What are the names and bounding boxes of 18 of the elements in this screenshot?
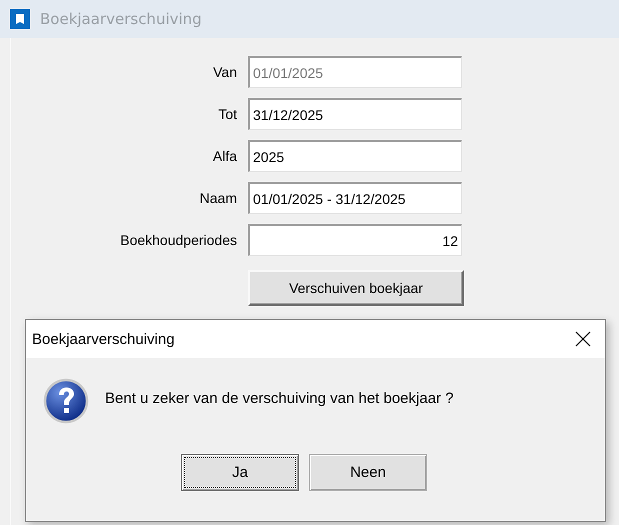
field-label: Alfa — [212, 148, 237, 164]
app-icon — [10, 9, 30, 29]
question-icon — [43, 378, 89, 424]
dialog-button[interactable]: Neen — [309, 454, 427, 491]
field-label: Tot — [218, 106, 237, 122]
input-field[interactable]: 01/01/2025 - 31/12/2025 — [248, 182, 462, 214]
close-icon — [575, 331, 591, 347]
number-field[interactable]: 12 — [248, 224, 462, 256]
input-field[interactable]: 2025 — [248, 140, 462, 172]
window-title: Boekjaarverschuiving — [40, 10, 202, 28]
dialog-message: Bent u zeker van de verschuiving van het boekjaar ? — [105, 390, 454, 406]
field-label: Boekhoudperiodes — [120, 232, 237, 248]
field-label: Naam — [200, 190, 237, 206]
dialog-button[interactable]: Ja — [181, 454, 299, 491]
field-label: Van — [213, 64, 237, 80]
input-field[interactable]: 31/12/2025 — [248, 98, 462, 130]
shift-year-button[interactable]: Verschuiven boekjaar — [248, 270, 464, 306]
dialog-title: Boekjaarverschuiving — [32, 330, 175, 348]
